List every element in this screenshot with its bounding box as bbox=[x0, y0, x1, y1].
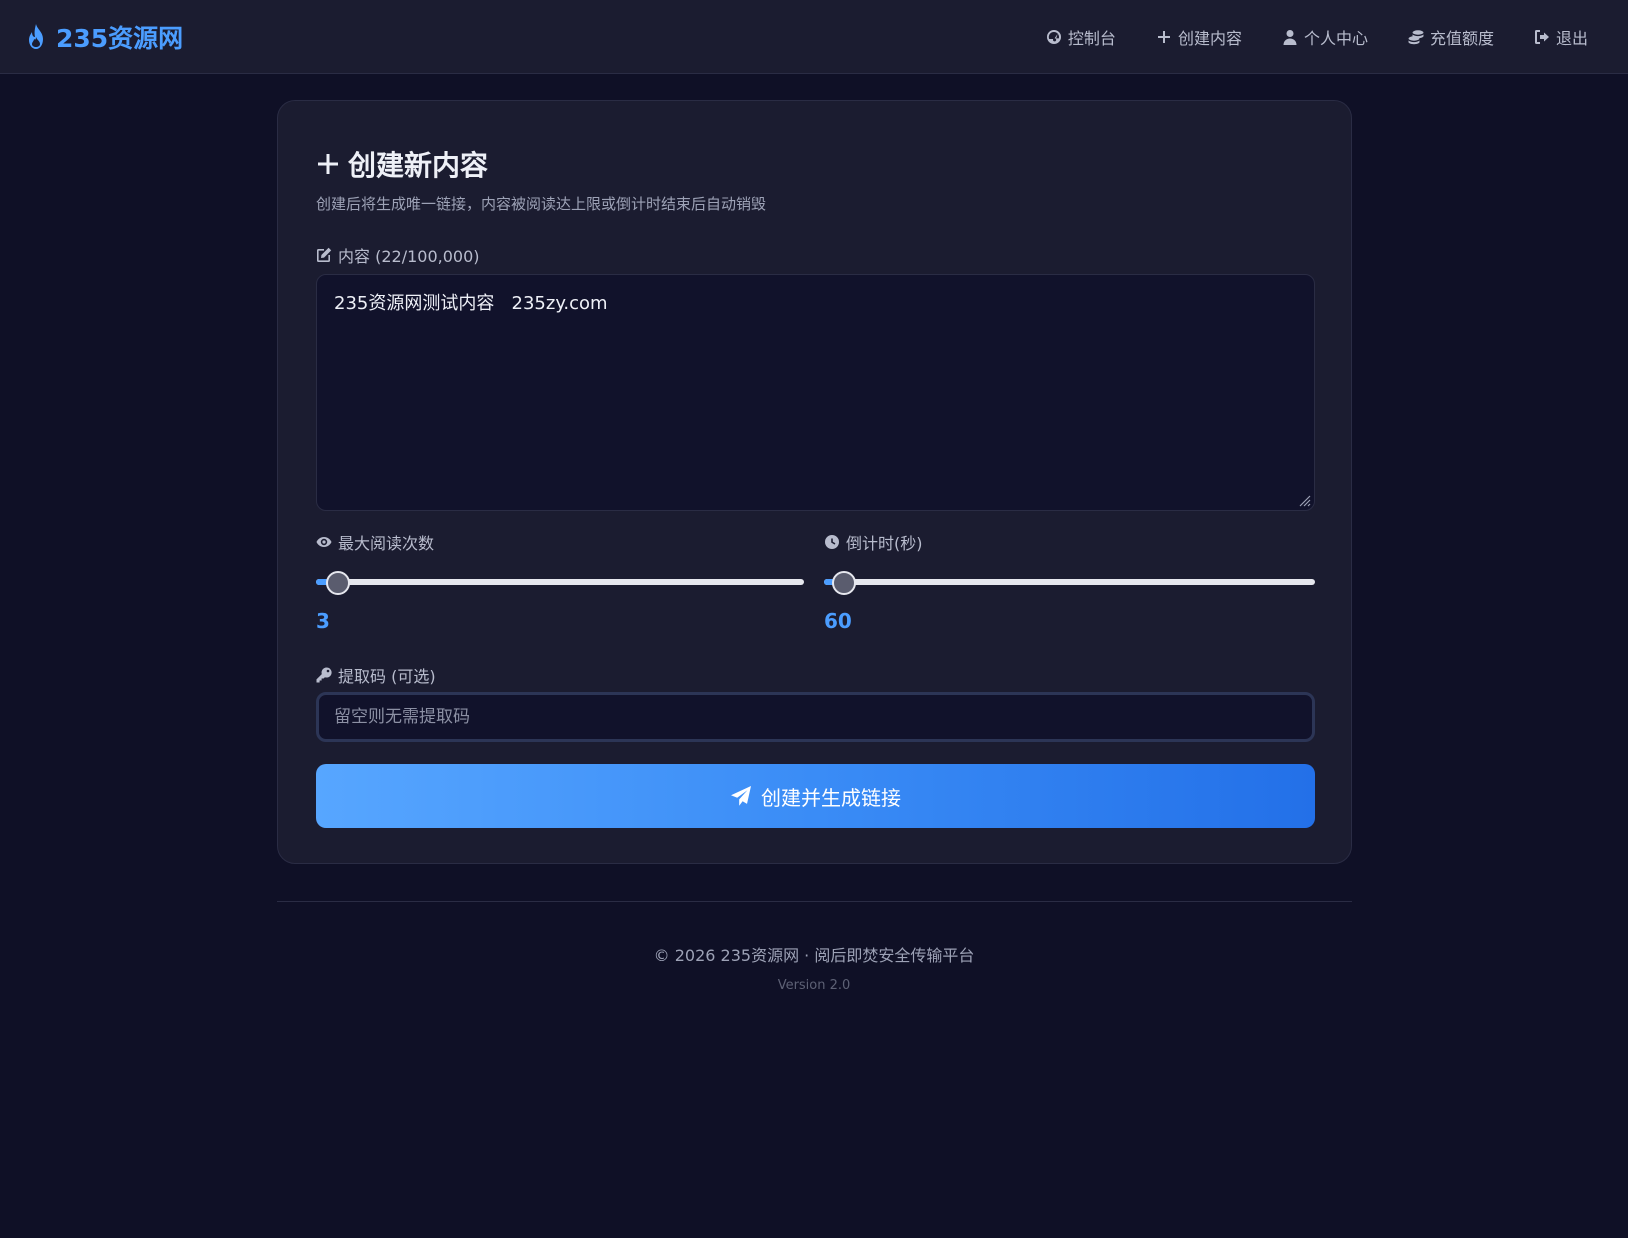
page-title-text: 创建新内容 bbox=[348, 149, 489, 182]
max-reads-label: 最大阅读次数 bbox=[316, 530, 434, 554]
nav-item-recharge[interactable]: 充值额度 bbox=[1408, 25, 1494, 49]
nav-label-dashboard: 控制台 bbox=[1067, 29, 1116, 48]
page-subtitle: 创建后将生成唯一链接，内容被阅读达上限或倒计时结束后自动销毁 bbox=[316, 195, 767, 213]
edit-icon bbox=[317, 247, 332, 262]
flame-icon bbox=[29, 24, 43, 49]
top-navbar: 235资源网 控制台 创建内容 个人中心 充值额度 退出 bbox=[0, 0, 1628, 74]
countdown-label: 倒计时(秒) bbox=[824, 530, 923, 554]
code-label: 提取码 (可选) bbox=[316, 663, 436, 687]
countdown-thumb[interactable] bbox=[831, 571, 856, 595]
nav-label-logout: 退出 bbox=[1555, 29, 1588, 48]
create-link-button-label: 创建并生成链接 bbox=[761, 785, 901, 810]
create-content-card: 创建新内容 创建后将生成唯一链接，内容被阅读达上限或倒计时结束后自动销毁 内容 … bbox=[277, 100, 1352, 864]
content-label: 内容 (22/100,000) bbox=[316, 243, 480, 267]
countdown-track bbox=[824, 579, 1315, 585]
content-textarea[interactable]: 235资源网测试内容 235zy.com bbox=[316, 274, 1315, 511]
max-reads-value: 3 bbox=[316, 609, 330, 633]
logout-icon bbox=[1534, 30, 1549, 44]
max-reads-thumb[interactable] bbox=[325, 571, 350, 595]
resize-grip-icon[interactable] bbox=[1295, 491, 1311, 507]
create-link-button[interactable]: 创建并生成链接 bbox=[316, 764, 1315, 828]
dashboard-icon bbox=[1046, 30, 1061, 44]
max-reads-track bbox=[316, 579, 804, 585]
key-icon bbox=[316, 667, 332, 683]
countdown-slider[interactable] bbox=[824, 571, 1315, 595]
nav-item-create[interactable]: 创建内容 bbox=[1156, 25, 1242, 49]
content-label-text: 内容 (22/100,000) bbox=[338, 247, 480, 266]
nav-label-recharge: 充值额度 bbox=[1429, 29, 1494, 48]
nav-label-profile: 个人中心 bbox=[1303, 29, 1368, 48]
footer-copyright: © 2026 235资源网 · 阅后即焚安全传输平台 bbox=[653, 946, 975, 965]
brand-name: 235资源网 bbox=[56, 24, 184, 53]
main-nav: 控制台 创建内容 个人中心 充值额度 退出 bbox=[1046, 22, 1588, 52]
max-reads-slider[interactable] bbox=[316, 571, 804, 595]
paper-plane-icon bbox=[731, 786, 751, 806]
nav-item-dashboard[interactable]: 控制台 bbox=[1046, 25, 1116, 49]
plus-icon bbox=[318, 154, 338, 174]
nav-label-create: 创建内容 bbox=[1177, 29, 1242, 48]
nav-item-logout[interactable]: 退出 bbox=[1534, 25, 1588, 49]
countdown-value: 60 bbox=[824, 609, 852, 633]
nav-item-profile[interactable]: 个人中心 bbox=[1282, 25, 1368, 49]
coins-icon bbox=[1408, 30, 1424, 45]
brand-logo[interactable]: 235资源网 bbox=[24, 18, 183, 56]
code-input[interactable] bbox=[316, 692, 1315, 742]
code-label-text: 提取码 (可选) bbox=[338, 667, 436, 686]
page-title: 创建新内容 bbox=[316, 145, 488, 183]
footer-divider bbox=[277, 901, 1352, 902]
footer-version: Version 2.0 bbox=[777, 978, 851, 993]
clock-icon bbox=[825, 535, 839, 549]
user-icon bbox=[1283, 30, 1297, 45]
plus-icon bbox=[1157, 31, 1170, 43]
max-reads-label-text: 最大阅读次数 bbox=[338, 534, 435, 553]
countdown-label-text: 倒计时(秒) bbox=[846, 534, 923, 553]
eye-icon bbox=[316, 537, 332, 547]
